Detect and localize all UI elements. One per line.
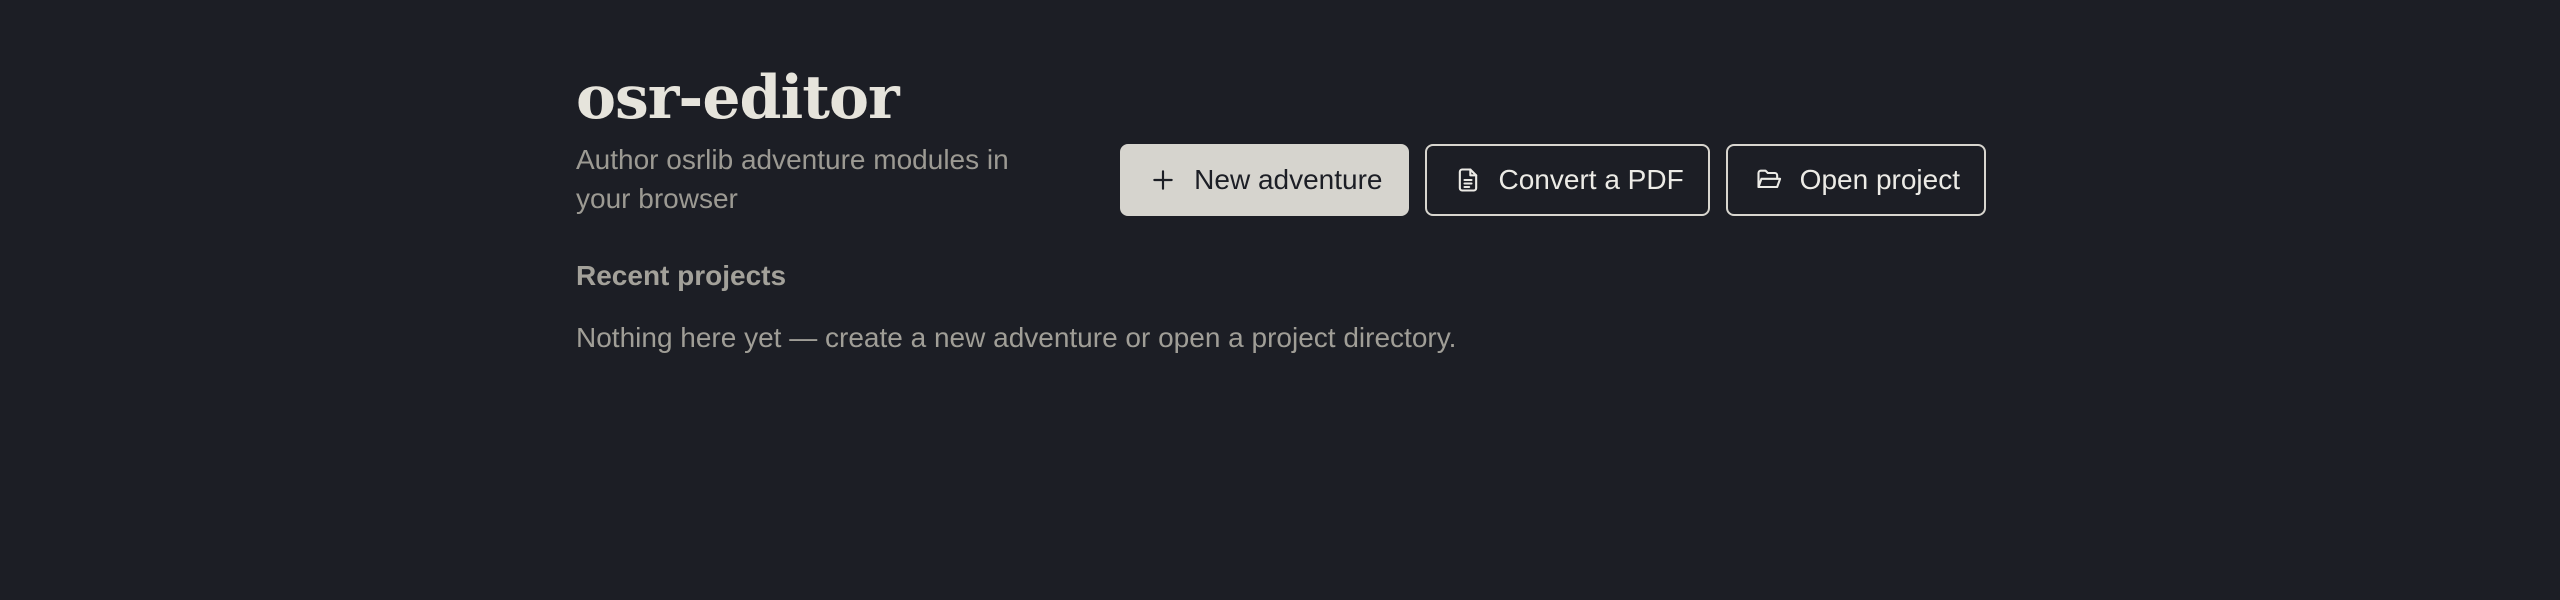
app-subtitle: Author osrlib adventure modules in your … xyxy=(576,144,1009,214)
recent-projects-heading: Recent projects xyxy=(576,260,787,291)
header: osr-editor Author osrlib adventure modul… xyxy=(576,62,1986,218)
convert-pdf-button[interactable]: Convert a PDF xyxy=(1424,144,1710,216)
folder-open-icon xyxy=(1754,165,1784,195)
convert-pdf-label: Convert a PDF xyxy=(1498,164,1684,195)
main-content: osr-editor Author osrlib adventure modul… xyxy=(576,62,1986,356)
new-adventure-button[interactable]: New adventure xyxy=(1120,144,1409,216)
open-project-button[interactable]: Open project xyxy=(1725,144,1986,216)
brand-block: osr-editor Author osrlib adventure modul… xyxy=(576,62,1056,218)
new-adventure-label: New adventure xyxy=(1194,164,1383,195)
recent-projects-section: Recent projects Nothing here yet — creat… xyxy=(576,258,1986,356)
start-page: osr-editor Author osrlib adventure modul… xyxy=(0,0,2560,600)
document-icon xyxy=(1453,165,1483,195)
action-buttons: New adventure Convert a PDF Open project xyxy=(1120,144,1986,216)
app-title: osr-editor xyxy=(576,63,900,133)
recent-projects-empty-message: Nothing here yet — create a new adventur… xyxy=(576,322,1457,353)
plus-icon xyxy=(1148,165,1178,195)
open-project-label: Open project xyxy=(1799,164,1960,195)
